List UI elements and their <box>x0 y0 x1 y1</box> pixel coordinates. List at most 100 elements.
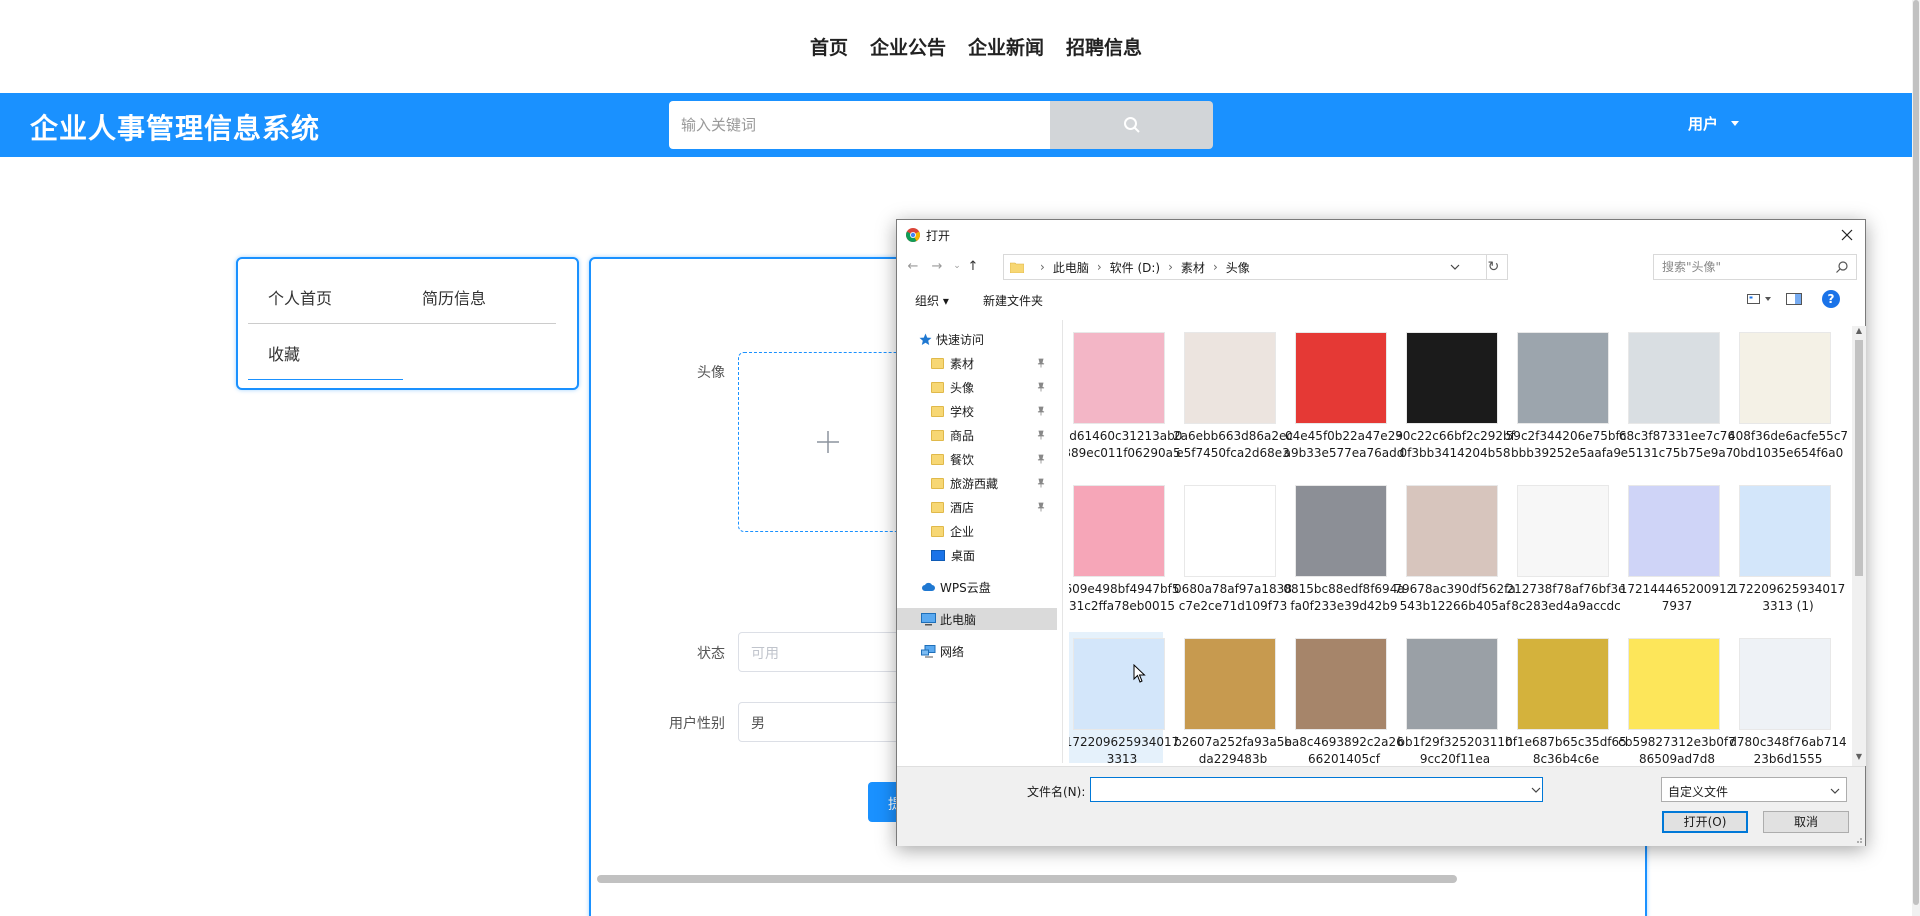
open-button[interactable]: 打开(O) <box>1662 811 1748 833</box>
address-bar[interactable]: › 此电脑 › 软件 (D:) › 素材 › 头像 <box>1003 254 1487 280</box>
file-tile[interactable]: 04e45f0b22a47e29a9b33e577ea76add <box>1281 332 1404 474</box>
file-tile[interactable]: 1722096259340173313 <box>1069 632 1179 763</box>
menu-item-favorites[interactable]: 收藏 <box>268 341 300 365</box>
recent-locations-icon[interactable]: ⌄ <box>949 258 965 274</box>
dialog-toolbar: 组织 ▾ 新建文件夹 ? <box>897 284 1865 314</box>
page-scrollbar-thumb[interactable] <box>1913 0 1919 905</box>
tree-item-wps[interactable]: WPS云盘 <box>897 576 1057 598</box>
tree-quick-access[interactable]: 快速访问 <box>897 330 1057 350</box>
horizontal-scrollbar[interactable] <box>597 875 1457 883</box>
crumb-this-pc[interactable]: 此电脑 <box>1053 259 1089 276</box>
file-tile[interactable]: 1722096259340173313 (1) <box>1725 479 1845 627</box>
file-tile[interactable]: 2a6ebb663d86a2ece5f7450fca2d68e3 <box>1170 332 1293 474</box>
user-menu[interactable]: 用户 <box>1688 113 1740 134</box>
file-name: 59c2f344206e75bfcbbb39252e5aafa9 <box>1505 429 1627 460</box>
preview-pane-icon[interactable] <box>1786 293 1802 305</box>
nav-jobs[interactable]: 招聘信息 <box>1066 33 1142 60</box>
tree-label: 此电脑 <box>940 612 977 627</box>
chevron-down-icon[interactable] <box>1531 785 1541 795</box>
tree-item-network[interactable]: 网络 <box>897 640 1057 662</box>
folder-icon <box>931 405 944 417</box>
file-tile[interactable]: 68c3f87331ee7c76e5131c75b75e9a7 <box>1614 332 1735 474</box>
cancel-button[interactable]: 取消 <box>1763 811 1849 833</box>
file-grid: 0d61460c31213ab0389ec011f06290a5 2a6ebb66… <box>1069 332 1847 763</box>
file-tile[interactable]: 30c22c66bf2c292bf0f3bb3414204b58 <box>1392 332 1515 474</box>
file-tile[interactable]: cb59827312e3b0f786509ad7d8 <box>1614 632 1736 763</box>
tree-item-pinned[interactable]: 商品 <box>897 424 1057 446</box>
file-tile[interactable]: 408f36de6acfe55c70bd1035e654f6a0 <box>1725 332 1847 474</box>
top-nav: 首页 企业公告 企业新闻 招聘信息 <box>0 0 1912 93</box>
forward-arrow-icon[interactable]: → <box>929 258 945 274</box>
tree-item-pinned[interactable]: 素材 <box>897 352 1057 374</box>
menu-item-resume[interactable]: 简历信息 <box>422 285 486 309</box>
file-name: cb59827312e3b0f786509ad7d8 <box>1618 735 1736 763</box>
menu-item-home[interactable]: 个人首页 <box>268 285 332 309</box>
filename-label: 文件名(N): <box>1027 785 1086 799</box>
site-title: 企业人事管理信息系统 <box>30 112 321 145</box>
gender-select[interactable]: 男 <box>738 702 918 742</box>
tree-item-desktop[interactable]: 桌面 <box>897 544 1057 566</box>
search-input[interactable] <box>669 101 1050 149</box>
view-options-icon[interactable] <box>1747 293 1775 305</box>
crumb-material[interactable]: 素材 <box>1181 259 1205 276</box>
refresh-button[interactable]: ↻ <box>1480 254 1508 280</box>
file-name: ba8c4693892c2a2666201405cf <box>1284 735 1404 763</box>
page-scrollbar[interactable] <box>1912 0 1920 916</box>
file-tile[interactable]: 609e498bf4947bf531c2ffa78eb0015 <box>1069 479 1180 627</box>
scroll-down-icon[interactable]: ▼ <box>1854 752 1864 761</box>
file-list-scrollbar[interactable]: ▲ ▼ <box>1852 326 1866 766</box>
nav-announcements[interactable]: 企业公告 <box>870 33 946 60</box>
filetype-select[interactable]: 自定义文件 <box>1661 777 1847 802</box>
tree-item-this-pc[interactable]: 此电脑 <box>897 608 1057 630</box>
file-tile[interactable]: d780c348f76ab71423b6d1555 <box>1725 632 1847 763</box>
search-icon[interactable] <box>1835 260 1849 274</box>
tree-item-folder[interactable]: 企业 <box>897 520 1057 542</box>
tree-label: 学校 <box>950 404 975 419</box>
user-label: 用户 <box>1688 115 1719 133</box>
back-arrow-icon[interactable]: ← <box>905 258 921 274</box>
organize-button[interactable]: 组织 ▾ <box>915 292 949 309</box>
file-tile[interactable]: bb1f29f3252031109cc20f11ea <box>1392 632 1513 763</box>
file-tile[interactable]: 79678ac390df562fa543b12266b405af <box>1392 479 1516 627</box>
dialog-close-button[interactable] <box>1835 224 1859 246</box>
file-tile[interactable]: 59c2f344206e75bfcbbb39252e5aafa9 <box>1503 332 1626 474</box>
nav-home[interactable]: 首页 <box>810 33 848 60</box>
organize-label: 组织 <box>915 294 940 308</box>
file-name: 212738f78af76bf3e8c283ed4a9accdc <box>1506 582 1626 613</box>
file-tile[interactable]: b2607a252fa93a5eda229483b <box>1170 632 1292 763</box>
help-icon[interactable]: ? <box>1822 290 1840 308</box>
tree-item-pinned[interactable]: 头像 <box>897 376 1057 398</box>
dialog-titlebar: 打开 <box>897 220 1865 250</box>
pin-icon <box>1037 406 1045 416</box>
file-name: 0680a78af97a1838c7e2ce71d109f73 <box>1174 582 1292 613</box>
nav-news[interactable]: 企业新闻 <box>968 33 1044 60</box>
new-folder-button[interactable]: 新建文件夹 <box>983 292 1043 309</box>
chevron-down-icon[interactable] <box>1448 260 1462 274</box>
scroll-up-icon[interactable]: ▲ <box>1854 326 1864 335</box>
up-arrow-icon[interactable]: ↑ <box>965 258 981 274</box>
search-button[interactable] <box>1050 101 1213 149</box>
file-tile[interactable]: ba8c4693892c2a2666201405cf <box>1281 632 1404 763</box>
filename-input[interactable] <box>1090 777 1543 802</box>
file-tile[interactable]: 0815bc88edf8f694afa0f233e39d42b9 <box>1281 479 1405 627</box>
status-field[interactable]: 可用 <box>738 632 918 672</box>
tree-item-pinned[interactable]: 学校 <box>897 400 1057 422</box>
folder-icon <box>931 357 944 369</box>
file-name: bb1f29f3252031109cc20f11ea <box>1397 735 1513 763</box>
file-list-scrollbar-thumb[interactable] <box>1855 340 1863 576</box>
resize-grip-icon[interactable] <box>1853 834 1863 844</box>
avatar-upload[interactable] <box>738 352 918 532</box>
file-tile[interactable]: 212738f78af76bf3e8c283ed4a9accdc <box>1503 479 1626 627</box>
file-tile[interactable]: 0d61460c31213ab0389ec011f06290a5 <box>1069 332 1182 474</box>
file-tile[interactable]: 0680a78af97a1838c7e2ce71d109f73 <box>1170 479 1292 627</box>
tree-item-pinned[interactable]: 旅游西藏 <box>897 472 1057 494</box>
crumb-avatar[interactable]: 头像 <box>1226 259 1250 276</box>
file-thumbnail <box>1295 332 1387 424</box>
dialog-search-input[interactable] <box>1653 254 1857 280</box>
file-tile[interactable]: 1721444652009127937 <box>1614 479 1734 627</box>
file-tile[interactable]: bf1e687b65c35df658c36b4c6e <box>1503 632 1627 763</box>
crumb-drive[interactable]: 软件 (D:) <box>1110 259 1160 276</box>
tree-item-pinned[interactable]: 酒店 <box>897 496 1057 518</box>
tree-item-pinned[interactable]: 餐饮 <box>897 448 1057 470</box>
file-name: d780c348f76ab71423b6d1555 <box>1729 735 1847 763</box>
